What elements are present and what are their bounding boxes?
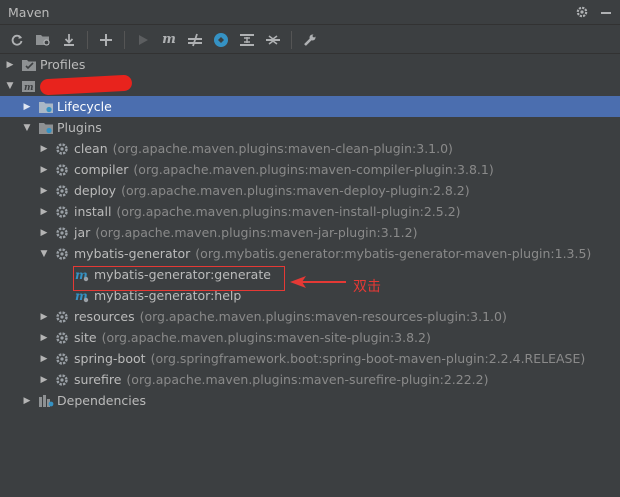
expand-arrow-icon[interactable]: ▶ bbox=[39, 354, 49, 364]
expand-all-icon[interactable] bbox=[262, 29, 284, 51]
execute-goal-icon[interactable]: m bbox=[158, 29, 180, 51]
gear-icon[interactable] bbox=[574, 4, 590, 20]
tree-node-lifecycle[interactable]: ▶ Lifecycle bbox=[0, 96, 620, 117]
refresh-icon[interactable] bbox=[6, 29, 28, 51]
plugin-name: spring-boot bbox=[74, 351, 146, 366]
plugin-coordinates: (org.apache.maven.plugins:maven-jar-plug… bbox=[95, 225, 418, 240]
plugins-folder-icon bbox=[38, 120, 54, 136]
plugin-gear-icon bbox=[55, 204, 71, 220]
tree-node-plugin[interactable]: ▶ clean (org.apache.maven.plugins:maven-… bbox=[0, 138, 620, 159]
expand-arrow-icon[interactable]: ▶ bbox=[39, 375, 49, 385]
tree-node-plugin[interactable]: ▶ surefire (org.apache.maven.plugins:mav… bbox=[0, 369, 620, 390]
toolbar-separator bbox=[87, 30, 88, 49]
expand-arrow-icon[interactable]: ▶ bbox=[22, 396, 32, 406]
tree-node-plugin[interactable]: ▶ install (org.apache.maven.plugins:mave… bbox=[0, 201, 620, 222]
plugin-name: mybatis-generator bbox=[74, 246, 191, 261]
tree-node-plugin[interactable]: ▶ deploy (org.apache.maven.plugins:maven… bbox=[0, 180, 620, 201]
plugin-coordinates: (org.apache.maven.plugins:maven-deploy-p… bbox=[121, 183, 470, 198]
plugin-coordinates: (org.apache.maven.plugins:maven-resource… bbox=[139, 309, 507, 324]
tree-node-label: Lifecycle bbox=[57, 99, 112, 114]
tool-window-title: Maven bbox=[8, 4, 50, 20]
tree-node-plugins[interactable]: ▼ Plugins bbox=[0, 117, 620, 138]
plugin-name: site bbox=[74, 330, 97, 345]
tree-node-plugin[interactable]: ▶ compiler (org.apache.maven.plugins:mav… bbox=[0, 159, 620, 180]
toolbar-separator bbox=[291, 30, 292, 49]
offline-mode-icon[interactable] bbox=[210, 29, 232, 51]
plugin-name: jar bbox=[74, 225, 91, 240]
plugin-name: surefire bbox=[74, 372, 122, 387]
svg-text:m: m bbox=[24, 83, 34, 93]
minimize-icon[interactable] bbox=[598, 4, 614, 20]
tree-node-plugin[interactable]: ▶ spring-boot (org.springframework.boot:… bbox=[0, 348, 620, 369]
plugin-coordinates: (org.apache.maven.plugins:maven-surefire… bbox=[126, 372, 489, 387]
plugin-gear-icon bbox=[55, 372, 71, 388]
plugin-coordinates: (org.apache.maven.plugins:maven-compiler… bbox=[133, 162, 494, 177]
expand-arrow-icon[interactable]: ▶ bbox=[39, 207, 49, 217]
collapse-arrow-icon[interactable]: ▼ bbox=[22, 123, 32, 133]
plugin-name: deploy bbox=[74, 183, 117, 198]
expand-arrow-icon[interactable]: ▶ bbox=[39, 144, 49, 154]
plugin-coordinates: (org.mybatis.generator:mybatis-generator… bbox=[195, 246, 592, 261]
annotation-label: 双击 bbox=[353, 279, 381, 295]
collapse-all-icon[interactable] bbox=[236, 29, 258, 51]
profiles-folder-icon bbox=[21, 57, 37, 73]
run-icon[interactable] bbox=[132, 29, 154, 51]
expand-arrow-icon[interactable]: ▶ bbox=[39, 228, 49, 238]
expand-arrow-icon[interactable]: ▶ bbox=[22, 102, 32, 112]
tree-node-label: Profiles bbox=[40, 57, 86, 72]
plugin-coordinates: (org.apache.maven.plugins:maven-site-plu… bbox=[101, 330, 431, 345]
plugin-name: install bbox=[74, 204, 112, 219]
tree-node-label: Plugins bbox=[57, 120, 102, 135]
tree-node-dependencies[interactable]: ▶ Dependencies bbox=[0, 390, 620, 411]
maven-toolbar: m bbox=[0, 26, 620, 54]
plugin-gear-icon bbox=[55, 141, 71, 157]
plugin-coordinates: (org.apache.maven.plugins:maven-install-… bbox=[116, 204, 461, 219]
plugin-gear-icon bbox=[55, 246, 71, 262]
plugin-name: clean bbox=[74, 141, 108, 156]
tree-node-label: Dependencies bbox=[57, 393, 146, 408]
plugin-gear-icon bbox=[55, 183, 71, 199]
plugin-gear-icon bbox=[55, 225, 71, 241]
tree-node-plugin[interactable]: ▶ site (org.apache.maven.plugins:maven-s… bbox=[0, 327, 620, 348]
toolbar-separator bbox=[124, 30, 125, 49]
tool-window-header: Maven bbox=[0, 0, 620, 25]
skip-tests-icon[interactable] bbox=[184, 29, 206, 51]
plugin-coordinates: (org.apache.maven.plugins:maven-clean-pl… bbox=[112, 141, 453, 156]
tree-node-plugin[interactable]: ▶ resources (org.apache.maven.plugins:ma… bbox=[0, 306, 620, 327]
annotation-arrow-icon bbox=[290, 276, 346, 288]
expand-arrow-icon[interactable]: ▶ bbox=[39, 165, 49, 175]
expand-arrow-icon[interactable]: ▶ bbox=[39, 186, 49, 196]
plugin-coordinates: (org.springframework.boot:spring-boot-ma… bbox=[150, 351, 586, 366]
expand-arrow-icon[interactable]: ▶ bbox=[5, 60, 15, 70]
expand-arrow-icon[interactable]: ▶ bbox=[39, 312, 49, 322]
plugin-gear-icon bbox=[55, 162, 71, 178]
add-icon[interactable] bbox=[95, 29, 117, 51]
plugin-name: resources bbox=[74, 309, 135, 324]
annotation-highlight-box bbox=[73, 266, 285, 291]
tree-node-profiles[interactable]: ▶ Profiles bbox=[0, 54, 620, 75]
tree-node-plugin[interactable]: ▶ jar (org.apache.maven.plugins:maven-ja… bbox=[0, 222, 620, 243]
expand-arrow-icon[interactable]: ▶ bbox=[39, 333, 49, 343]
dependencies-icon bbox=[38, 393, 54, 409]
plugin-gear-icon bbox=[55, 351, 71, 367]
collapse-arrow-icon[interactable]: ▼ bbox=[5, 81, 15, 91]
download-icon[interactable] bbox=[58, 29, 80, 51]
reimport-folder-icon[interactable] bbox=[32, 29, 54, 51]
collapse-arrow-icon[interactable]: ▼ bbox=[39, 249, 49, 259]
plugin-gear-icon bbox=[55, 330, 71, 346]
plugin-name: compiler bbox=[74, 162, 129, 177]
lifecycle-folder-icon bbox=[38, 99, 54, 115]
maven-project-icon: m bbox=[21, 78, 37, 94]
tree-node-plugin-mybatis[interactable]: ▼ mybatis-generator (org.mybatis.generat… bbox=[0, 243, 620, 264]
wrench-icon[interactable] bbox=[299, 29, 321, 51]
plugin-gear-icon bbox=[55, 309, 71, 325]
